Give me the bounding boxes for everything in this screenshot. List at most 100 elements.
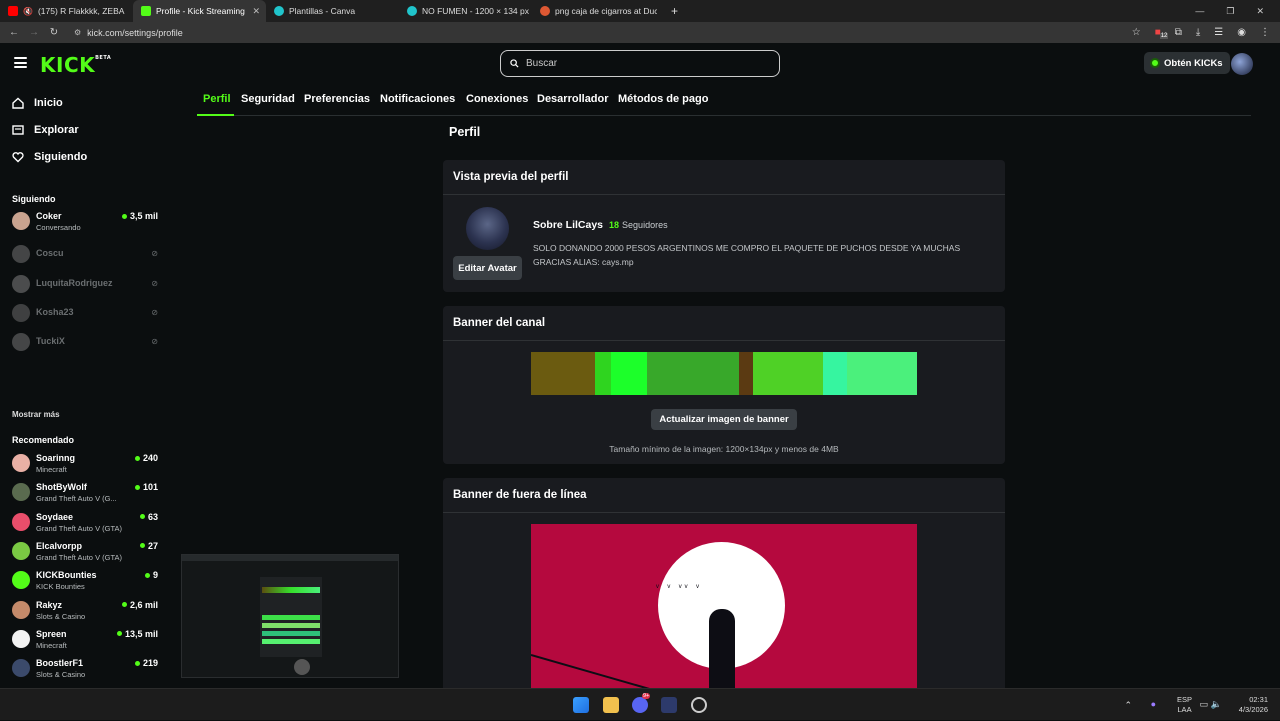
sidebar-item-inicio[interactable]: Inicio [12,97,63,109]
browser-tab-kick[interactable]: Profile - Kick Streaming ✕ [133,0,266,22]
volume-icon[interactable]: 🔈 [1211,699,1222,710]
user-avatar[interactable] [1231,53,1253,75]
show-more-link[interactable]: Mostrar más [12,410,60,419]
channel-avatar [12,659,30,678]
browser-tab-canva-design[interactable]: NO FUMEN - 1200 × 134 px [399,0,532,22]
speaker-off-icon[interactable]: 🔇 [23,7,33,16]
browser-tab-youtube[interactable]: 🔇 (175) R Flakkkk, ZEBALLOS [0,0,133,22]
restore-icon[interactable]: ❐ [1226,6,1234,17]
download-icon[interactable]: ⤓ [1196,27,1200,38]
close-tab-icon[interactable]: ✕ [252,6,260,17]
following-channel[interactable]: LuquitaRodriguez ⊘ [12,271,160,297]
new-tab-button[interactable]: + [671,4,678,18]
browser-tab-duckduckgo[interactable]: png caja de cigarros at DuckD [532,0,665,22]
sidebar: Inicio Explorar Siguiendo Siguiendo Coke… [0,86,168,688]
tab-seguridad[interactable]: Seguridad [241,93,295,105]
live-dot-icon [116,631,122,637]
tray-chevron-icon[interactable]: ⌃ [1124,700,1132,711]
channel-banner-card: Banner del canal Actualizar imagen de ba… [443,306,1005,464]
tab-preferencias[interactable]: Preferencias [304,93,370,105]
offline-banner-card: Banner de fuera de línea ᵛ ᵛ ᵛᵛ ᵛ [443,478,1005,688]
following-channel[interactable]: Coscu ⊘ [12,241,160,267]
network-icon[interactable]: ▭ [1199,699,1208,710]
reload-icon[interactable]: ↻ [44,27,64,38]
chrome-icon[interactable] [691,697,707,713]
tab-notificaciones[interactable]: Notificaciones [380,93,455,105]
following-channel[interactable]: Coker Conversando 3,5 mil [12,208,160,234]
channel-category: KICK Bounties [36,582,85,592]
extension-badge-icon[interactable]: ■ 12 [1155,27,1169,39]
kick-header: KICKBETA Obtén KICKs [0,43,1280,86]
tab-perfil[interactable]: Perfil [203,93,231,105]
microphone-icon[interactable]: ● [1151,699,1156,709]
discord-icon[interactable]: 9+ [632,693,651,713]
menu-icon[interactable] [14,57,27,68]
recommended-channel[interactable]: BoostlerF1 Slots & Casino 219 [12,655,160,681]
profile-icon[interactable]: ◉ [1237,27,1246,38]
banner-segment [823,352,847,395]
back-icon[interactable]: ← [4,27,24,38]
language-indicator[interactable]: ESP LAA [1177,695,1192,715]
bookmark-star-icon[interactable]: ☆ [1132,27,1141,38]
kick-logo[interactable]: KICKBETA [40,53,111,77]
browser-tab-canva[interactable]: Plantillas - Canva [266,0,399,22]
profile-about-title: Sobre LilCays [533,219,604,231]
edit-avatar-button[interactable]: Editar Avatar [453,256,522,280]
channel-name: Soydaee [36,511,74,522]
viewer-count: 9 [144,570,158,580]
thumb-play-button[interactable] [294,659,310,675]
address-bar[interactable]: ⚙ kick.com/settings/profile [74,28,183,38]
capcut-icon[interactable] [661,697,677,713]
profile-preview-card: Vista previa del perfil Editar Avatar So… [443,160,1005,292]
tab-metodos-de-pago[interactable]: Métodos de pago [618,93,708,105]
tab-search-icon[interactable]: ☰ [1214,27,1223,38]
screen-preview-thumbnail[interactable] [181,554,399,678]
browser-extensions: ☆ ■ 12 ⧉ ⤓ ☰ ◉ ⋮ [1132,22,1270,43]
update-banner-button[interactable]: Actualizar imagen de banner [651,409,797,430]
page-title: Perfil [449,125,481,139]
live-dot-icon [121,602,127,607]
search-box[interactable] [500,50,780,77]
recommended-channel[interactable]: KICKBounties KICK Bounties 9 [12,567,160,593]
browser-menu-icon[interactable]: ⋮ [1260,27,1270,38]
get-kicks-button[interactable]: Obtén KICKs [1144,52,1230,74]
recommended-channel[interactable]: Soydaee Grand Theft Auto V (GTA) 63 [12,509,160,535]
channel-name: Coker [36,211,62,221]
channel-category: Slots & Casino [36,670,86,680]
sidebar-item-explorar[interactable]: Explorar [12,124,79,136]
live-dot-icon [134,484,140,490]
extensions-puzzle-icon[interactable]: ⧉ [1175,27,1182,38]
recommended-channel[interactable]: Elcalvorpp Grand Theft Auto V (GTA) 27 [12,538,160,564]
clock[interactable]: 02:31 4/3/2026 [1239,695,1268,715]
thumb-topbar [182,555,398,561]
banner-segment [739,352,753,395]
recommended-channel[interactable]: Soarinng Minecraft 240 [12,450,160,476]
search-input[interactable] [526,58,766,69]
tab-conexiones[interactable]: Conexiones [466,93,528,105]
banner-segment [847,352,917,395]
close-window-icon[interactable]: ✕ [1256,6,1264,17]
viewer-count: 101 [134,482,158,492]
following-channel[interactable]: TuckiX ⊘ [12,329,160,355]
forward-icon[interactable]: → [24,27,44,38]
minimize-icon[interactable]: — [1195,6,1204,16]
window-controls: — ❐ ✕ [1195,0,1280,22]
sidebar-item-siguiendo[interactable]: Siguiendo [12,151,87,163]
live-dot-icon [134,660,140,666]
recommended-channel[interactable]: Rakyz Slots & Casino 2,6 mil [12,597,160,623]
channel-banner-image [531,352,917,395]
channel-name: Rakyz [36,599,63,610]
recommended-channel[interactable]: ShotByWolf Grand Theft Auto V (G... 101 [12,479,160,505]
windows-start-icon[interactable] [573,697,589,713]
site-info-icon[interactable]: ⚙ [74,28,81,37]
thumb-bar-3 [262,631,320,636]
followers-count: 18 [609,220,620,230]
banner-size-hint: Tamaño mínimo de la imagen: 1200×134px y… [609,444,839,454]
active-tab-indicator [197,114,234,116]
tab-desarrollador[interactable]: Desarrollador [537,93,609,105]
following-channel[interactable]: Kosha23 ⊘ [12,300,160,326]
recommended-channel[interactable]: Spreen Minecraft 13,5 mil [12,626,160,652]
profile-bio: SOLO DONANDO 2000 PESOS ARGENTINOS ME CO… [533,243,961,267]
file-explorer-icon[interactable] [603,697,619,713]
thumb-bar-2 [262,623,320,628]
